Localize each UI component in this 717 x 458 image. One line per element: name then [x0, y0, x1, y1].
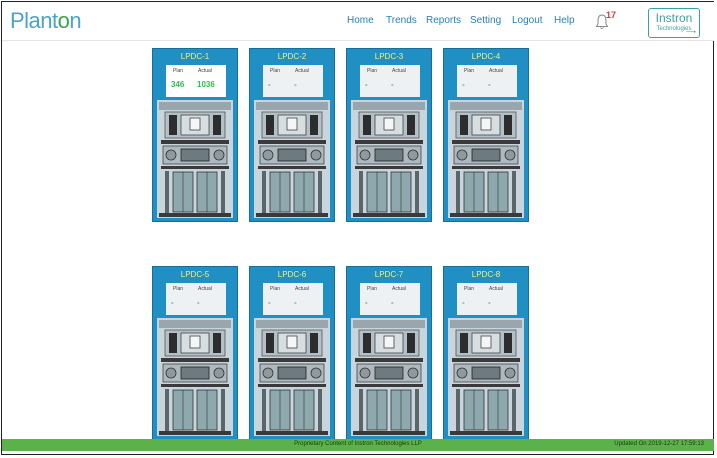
machine-image	[254, 100, 330, 218]
notification-count: 17	[606, 10, 617, 20]
actual-value: -	[488, 298, 491, 307]
actual-label: Actual	[198, 286, 212, 292]
lpdc-machine-icon	[448, 318, 524, 436]
machine-card-3[interactable]: LPDC-3 Plan Actual - -	[346, 48, 432, 222]
plan-label: Plan	[367, 68, 378, 74]
lpdc-machine-icon	[157, 100, 233, 218]
nav-reports[interactable]: Reports	[426, 15, 461, 26]
production-panel: Plan Actual - -	[263, 283, 323, 315]
machine-title: LPDC-1	[180, 52, 210, 61]
footer-updated: Updated On 2019-12-27 17:59:13	[614, 441, 704, 447]
machine-card-7[interactable]: LPDC-7 Plan Actual - -	[346, 266, 432, 440]
actual-value: -	[391, 298, 394, 307]
plan-value: -	[462, 298, 465, 307]
plan-label: Plan	[367, 286, 378, 292]
machine-image	[157, 100, 233, 218]
machine-title: LPDC-2	[277, 52, 307, 61]
machine-title: LPDC-6	[277, 270, 307, 279]
production-panel: Plan Actual 346 1036	[166, 65, 226, 97]
instron-brand-logo: Instron Technologies ⟶	[648, 8, 700, 38]
actual-label: Actual	[489, 286, 503, 292]
lpdc-machine-icon	[254, 318, 330, 436]
actual-value: -	[294, 80, 297, 89]
machine-card-6[interactable]: LPDC-6 Plan Actual - -	[249, 266, 335, 440]
production-panel: Plan Actual - -	[360, 283, 420, 315]
machine-image	[448, 100, 524, 218]
actual-label: Actual	[198, 68, 212, 74]
machine-card-8[interactable]: LPDC-8 Plan Actual - -	[443, 266, 529, 440]
nav-logout[interactable]: Logout	[512, 15, 543, 26]
plan-label: Plan	[270, 286, 281, 292]
production-panel: Plan Actual - -	[457, 65, 517, 97]
machine-title: LPDC-7	[374, 270, 404, 279]
actual-value: -	[391, 80, 394, 89]
machine-card-4[interactable]: LPDC-4 Plan Actual - -	[443, 48, 529, 222]
actual-label: Actual	[392, 68, 406, 74]
actual-value: -	[197, 298, 200, 307]
machine-title: LPDC-3	[374, 52, 404, 61]
machine-card-5[interactable]: LPDC-5 Plan Actual - -	[152, 266, 238, 440]
lpdc-machine-icon	[351, 100, 427, 218]
plan-label: Plan	[270, 68, 281, 74]
machine-title: LPDC-8	[471, 270, 501, 279]
plan-value: -	[171, 298, 174, 307]
machine-card-2[interactable]: LPDC-2 Plan Actual - -	[249, 48, 335, 222]
plan-label: Plan	[173, 68, 184, 74]
machine-title: LPDC-4	[471, 52, 501, 61]
machine-image	[351, 318, 427, 436]
plan-value: -	[462, 80, 465, 89]
production-panel: Plan Actual - -	[263, 65, 323, 97]
plan-label: Plan	[464, 68, 475, 74]
actual-label: Actual	[295, 68, 309, 74]
footer-copyright: Proprietary Content of Instron Technolog…	[294, 441, 422, 447]
actual-value: -	[488, 80, 491, 89]
actual-value: -	[294, 298, 297, 307]
actual-label: Actual	[392, 286, 406, 292]
nav-setting[interactable]: Setting	[470, 15, 501, 26]
footer-bar: Proprietary Content of Instron Technolog…	[2, 439, 714, 451]
production-panel: Plan Actual - -	[360, 65, 420, 97]
nav-trends[interactable]: Trends	[386, 15, 417, 26]
plan-value: -	[365, 298, 368, 307]
lpdc-machine-icon	[254, 100, 330, 218]
machine-image	[157, 318, 233, 436]
lpdc-machine-icon	[157, 318, 233, 436]
machine-image	[351, 100, 427, 218]
nav-home[interactable]: Home	[347, 15, 374, 26]
planton-logo[interactable]: Planton	[10, 8, 82, 34]
lpdc-machine-icon	[448, 100, 524, 218]
actual-label: Actual	[489, 68, 503, 74]
machine-title: LPDC-5	[180, 270, 210, 279]
actual-label: Actual	[295, 286, 309, 292]
plan-value: -	[268, 298, 271, 307]
plan-label: Plan	[173, 286, 184, 292]
machine-card-1[interactable]: LPDC-1 Plan Actual 346 1036	[152, 48, 238, 222]
production-panel: Plan Actual - -	[166, 283, 226, 315]
actual-value: 1036	[197, 80, 215, 89]
plan-label: Plan	[464, 286, 475, 292]
nav-help[interactable]: Help	[554, 15, 575, 26]
top-header: Planton Home Trends Reports Setting Logo…	[2, 2, 714, 41]
machine-image	[448, 318, 524, 436]
plan-value: -	[365, 80, 368, 89]
plan-value: -	[268, 80, 271, 89]
production-panel: Plan Actual - -	[457, 283, 517, 315]
lpdc-machine-icon	[351, 318, 427, 436]
machine-image	[254, 318, 330, 436]
plan-value: 346	[171, 80, 185, 89]
arrow-icon: ⟶	[685, 29, 696, 36]
